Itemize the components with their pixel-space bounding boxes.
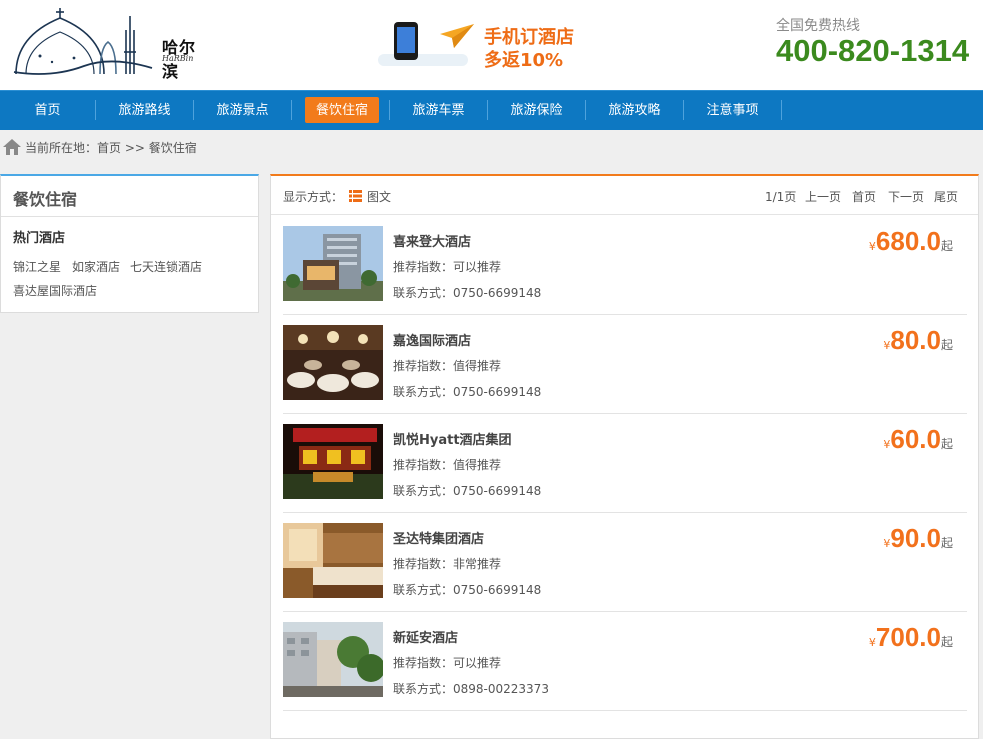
sidebar-subtitle: 热门酒店 [13,231,66,246]
hotel-list-panel: 显示方式： 图文 1/1页 上一页 首页 下一页 尾页 喜来登大酒店 推荐指数：… [270,174,979,739]
nav-item-label: 注意事项 [706,103,759,118]
list-view-icon[interactable] [349,190,362,202]
hotel-item: 新延安酒店 推荐指数：可以推荐 联系方式：0898-00223373 ¥700.… [283,612,967,711]
cloud-decoration [378,54,468,66]
hotel-name[interactable]: 喜来登大酒店 [393,231,471,250]
nav-item-home[interactable]: 首页 [0,91,95,130]
display-mode-value[interactable]: 图文 [367,188,391,205]
sidebar-divider [1,216,258,217]
nav-item-label: 旅游景点 [216,103,269,118]
list-toolbar: 显示方式： 图文 1/1页 上一页 首页 下一页 尾页 [271,176,978,215]
hotel-name[interactable]: 圣达特集团酒店 [393,528,484,547]
paper-plane-icon [440,24,474,48]
nav-divider [291,100,292,120]
first-page-link[interactable]: 首页 [852,188,876,205]
price-value: 60.0 [890,424,941,454]
nav-item-label: 旅游路线 [118,103,171,118]
hotel-price: ¥60.0起 [883,424,953,455]
prev-page-link[interactable]: 上一页 [805,188,841,205]
breadcrumb-text[interactable]: 当前所在地：首页 >> 餐饮住宿 [25,139,197,156]
price-suffix: 起 [940,437,953,451]
site-logo[interactable]: 哈尔滨 HaRBin [12,6,202,81]
hotel-item: 嘉逸国际酒店 推荐指数：值得推荐 联系方式：0750-6699148 ¥80.0… [283,315,967,414]
nav-item-insurance[interactable]: 旅游保险 [488,91,585,130]
display-mode-label: 显示方式： [283,190,344,204]
home-icon [3,139,21,155]
hotel-contact: 联系方式：0898-00223373 [393,682,549,696]
nav-item-tickets[interactable]: 旅游车票 [390,91,487,130]
nav-item-dining-lodging[interactable]: 餐饮住宿 [305,91,379,130]
nav-item-label: 旅游攻略 [608,103,661,118]
promo-subtitle: 多返10% [484,50,564,71]
price-suffix: 起 [940,338,953,352]
sidebar-link-homeinn[interactable]: 如家酒店 [72,258,120,275]
header: 哈尔滨 HaRBin 手机订酒店 多返10% 全国免费热线 400-820-13… [0,0,983,90]
currency-symbol: ¥ [868,240,876,253]
nav-item-label: 旅游保险 [510,103,563,118]
last-page-link[interactable]: 尾页 [934,188,958,205]
hotel-item: 凯悦Hyatt酒店集团 推荐指数：值得推荐 联系方式：0750-6699148 … [283,414,967,513]
price-suffix: 起 [940,536,953,550]
hotel-name[interactable]: 凯悦Hyatt酒店集团 [393,429,512,448]
hotel-recommendation: 推荐指数：非常推荐 [393,557,502,571]
nav-divider [781,100,782,120]
logo-english-text: HaRBin [162,54,194,63]
hotline-number: 400-820-1314 [776,33,970,68]
nav-item-label: 旅游车票 [412,103,465,118]
hotel-contact: 联系方式：0750-6699148 [393,484,542,498]
hotel-contact: 联系方式：0750-6699148 [393,385,542,399]
sidebar-link-7days[interactable]: 七天连锁酒店 [130,258,202,275]
hotel-price: ¥700.0起 [869,622,953,653]
hotel-recommendation: 推荐指数：值得推荐 [393,458,502,472]
hotel-recommendation: 推荐指数：可以推荐 [393,656,502,670]
nav-item-guides[interactable]: 旅游攻略 [586,91,683,130]
nav-item-attractions[interactable]: 旅游景点 [194,91,291,130]
sidebar: 餐饮住宿 热门酒店 锦江之星 如家酒店 七天连锁酒店 喜达屋国际酒店 [0,174,259,313]
hotel-photo[interactable] [283,325,383,400]
hotel-price: ¥80.0起 [883,325,953,356]
nav-item-label: 首页 [34,103,61,118]
mobile-booking-promo[interactable]: 手机订酒店 多返10% [378,18,598,73]
hotel-contact: 联系方式：0750-6699148 [393,583,542,597]
hotline-label: 全国免费热线 [776,18,860,34]
currency-symbol: ¥ [868,636,876,649]
nav-item-label: 餐饮住宿 [315,103,368,118]
hotel-item: 喜来登大酒店 推荐指数：可以推荐 联系方式：0750-6699148 ¥680.… [283,216,967,315]
breadcrumb: 当前所在地：首页 >> 餐饮住宿 [0,130,983,162]
price-value: 80.0 [890,325,941,355]
price-value: 680.0 [875,226,941,256]
hotel-recommendation: 推荐指数：可以推荐 [393,260,502,274]
hotel-photo[interactable] [283,424,383,499]
price-value: 90.0 [890,523,941,553]
price-suffix: 起 [940,635,953,649]
sidebar-link-starwood[interactable]: 喜达屋国际酒店 [13,282,97,299]
hotel-photo[interactable] [283,523,383,598]
price-value: 700.0 [875,622,941,652]
main-area: 餐饮住宿 热门酒店 锦江之星 如家酒店 七天连锁酒店 喜达屋国际酒店 显示方式：… [0,162,983,739]
hotel-photo[interactable] [283,622,383,697]
hotel-contact: 联系方式：0750-6699148 [393,286,542,300]
harbin-skyline-logo-icon [13,8,153,75]
main-nav: 首页 旅游路线 旅游景点 餐饮住宿 旅游车票 旅游保险 旅游攻略 注意事项 [0,90,983,130]
next-page-link[interactable]: 下一页 [888,188,924,205]
hotel-photo[interactable] [283,226,383,301]
nav-item-routes[interactable]: 旅游路线 [96,91,193,130]
sidebar-link-jinjiang[interactable]: 锦江之星 [13,258,61,275]
hotel-name[interactable]: 新延安酒店 [393,627,458,646]
page-info: 1/1页 [765,190,797,204]
nav-item-notes[interactable]: 注意事项 [684,91,781,130]
hotel-item: 圣达特集团酒店 推荐指数：非常推荐 联系方式：0750-6699148 ¥90.… [283,513,967,612]
price-suffix: 起 [940,239,953,253]
hotel-price: ¥680.0起 [869,226,953,257]
hotel-name[interactable]: 嘉逸国际酒店 [393,330,471,349]
sidebar-title: 餐饮住宿 [13,190,78,209]
hotel-recommendation: 推荐指数：值得推荐 [393,359,502,373]
phone-icon [394,22,418,60]
hotel-price: ¥90.0起 [883,523,953,554]
